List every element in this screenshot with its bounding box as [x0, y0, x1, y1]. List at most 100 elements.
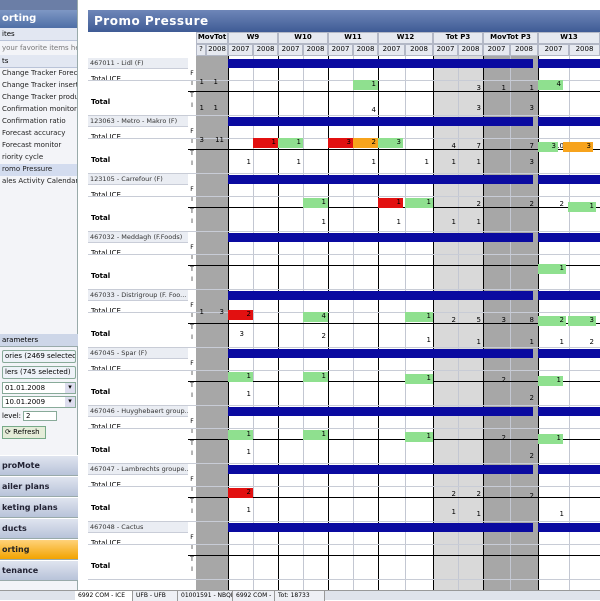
- value-cell[interactable]: 3: [538, 142, 558, 152]
- value-cell[interactable]: 1: [206, 104, 220, 114]
- value-cell[interactable]: 3: [458, 84, 483, 94]
- nav-item-change-tracker-forecasts[interactable]: Change Tracker Forecasts: [0, 68, 77, 80]
- value-cell[interactable]: 2: [433, 316, 458, 326]
- value-cell[interactable]: 3: [196, 136, 206, 146]
- value-cell[interactable]: 1: [196, 308, 206, 318]
- value-cell[interactable]: 1: [196, 78, 206, 88]
- nav-item-change-tracker-products[interactable]: Change Tracker products: [0, 92, 77, 104]
- value-cell[interactable]: 1: [278, 158, 303, 168]
- nav-item-confirmation-monitor[interactable]: Confirmation monitor: [0, 104, 77, 116]
- value-cell[interactable]: 2: [228, 488, 253, 498]
- value-cell[interactable]: 1: [458, 510, 483, 520]
- value-cell[interactable]: 1: [378, 198, 403, 208]
- retailer-group-header[interactable]: 467047 - Lambrechts groupe...: [88, 464, 188, 475]
- value-cell[interactable]: 3: [328, 138, 353, 148]
- value-cell[interactable]: 2: [228, 310, 253, 320]
- value-cell[interactable]: 1: [228, 372, 253, 382]
- value-cell[interactable]: 1: [353, 80, 378, 90]
- value-cell[interactable]: 1: [253, 138, 278, 148]
- retailers-button[interactable]: lers (745 selected): [2, 366, 76, 379]
- value-cell[interactable]: 2: [353, 138, 378, 148]
- module-promote[interactable]: proMote: [0, 455, 78, 476]
- value-cell[interactable]: 7: [458, 142, 483, 152]
- value-cell[interactable]: 3: [568, 316, 596, 326]
- value-cell[interactable]: 11: [206, 136, 226, 146]
- retailer-group-header[interactable]: 467032 - Meddagh (F.Foods): [88, 232, 188, 243]
- module-products[interactable]: ducts: [0, 518, 78, 539]
- nav-item-forecast-accuracy[interactable]: Forecast accuracy: [0, 128, 77, 140]
- favorites-header[interactable]: ites: [0, 28, 77, 41]
- value-cell[interactable]: 1: [483, 84, 508, 94]
- level-input[interactable]: 2: [23, 411, 58, 421]
- value-cell[interactable]: 2: [508, 394, 536, 404]
- nav-item-change-tracker-insertion[interactable]: Change Tracker insertion pro: [0, 80, 77, 92]
- value-cell[interactable]: 1: [196, 104, 206, 114]
- value-cell[interactable]: 4: [433, 142, 458, 152]
- categories-button[interactable]: ories (2469 selected): [2, 350, 76, 363]
- value-cell[interactable]: 1: [458, 218, 483, 228]
- module-retailer-plans[interactable]: ailer plans: [0, 476, 78, 497]
- nav-item-confirmation-ratio[interactable]: Confirmation ratio: [0, 116, 77, 128]
- value-cell[interactable]: 1: [228, 390, 253, 400]
- chevron-down-icon[interactable]: ▾: [65, 397, 75, 407]
- value-cell[interactable]: 2: [458, 200, 483, 210]
- retailer-group-header[interactable]: 467045 - Spar (F): [88, 348, 188, 359]
- value-cell[interactable]: 3: [508, 104, 536, 114]
- value-cell[interactable]: 1: [508, 84, 536, 94]
- value-cell[interactable]: 2: [483, 434, 508, 444]
- module-reporting[interactable]: orting: [0, 539, 78, 560]
- value-cell[interactable]: 5: [458, 316, 483, 326]
- value-cell[interactable]: 1: [303, 430, 328, 440]
- value-cell[interactable]: 8: [508, 316, 536, 326]
- value-cell[interactable]: 1: [405, 374, 433, 384]
- value-cell[interactable]: 3: [508, 158, 536, 168]
- value-cell[interactable]: 1: [206, 78, 220, 88]
- retailer-group-header[interactable]: 467046 - Huyghebaert group...: [88, 406, 188, 417]
- value-cell[interactable]: 1: [405, 312, 433, 322]
- value-cell[interactable]: 1: [433, 158, 458, 168]
- value-cell[interactable]: 1: [458, 338, 483, 348]
- value-cell[interactable]: 1: [458, 158, 483, 168]
- value-cell[interactable]: 1: [353, 158, 378, 168]
- value-cell[interactable]: 1: [228, 158, 253, 168]
- value-cell[interactable]: 2: [568, 338, 596, 348]
- module-marketing-plans[interactable]: keting plans: [0, 497, 78, 518]
- value-cell[interactable]: 7: [508, 142, 536, 152]
- reports-header[interactable]: ts: [0, 55, 77, 68]
- date-from-picker[interactable]: 01.01.2008 ▾: [2, 382, 76, 394]
- nav-item-priority-cycle[interactable]: riority cycle: [0, 152, 77, 164]
- value-cell[interactable]: 3: [228, 330, 246, 340]
- value-cell[interactable]: 1: [538, 510, 566, 520]
- value-cell[interactable]: 1: [538, 376, 563, 386]
- value-cell[interactable]: 1: [228, 448, 253, 458]
- value-cell[interactable]: 1: [405, 198, 433, 208]
- value-cell[interactable]: 2: [433, 490, 458, 500]
- value-cell[interactable]: 1: [433, 508, 458, 518]
- value-cell[interactable]: 2: [303, 332, 328, 342]
- value-cell[interactable]: 2: [458, 490, 483, 500]
- nav-item-promo-pressure[interactable]: romo Pressure: [0, 164, 77, 176]
- value-cell[interactable]: 1: [228, 506, 253, 516]
- value-cell[interactable]: 1: [278, 138, 303, 148]
- retailer-group-header[interactable]: 123063 - Metro - Makro (F): [88, 116, 188, 127]
- value-cell[interactable]: 1: [403, 158, 431, 168]
- value-cell[interactable]: 1: [433, 218, 458, 228]
- value-cell[interactable]: 1: [405, 336, 433, 346]
- retailer-group-header[interactable]: 467033 - Distrigroup (F. Foo...: [88, 290, 188, 301]
- value-cell[interactable]: 1: [568, 202, 596, 212]
- value-cell[interactable]: 2: [538, 200, 566, 210]
- value-cell[interactable]: 1: [303, 218, 328, 228]
- value-cell[interactable]: 1: [538, 434, 563, 444]
- value-cell[interactable]: 4: [363, 106, 378, 116]
- value-cell[interactable]: 2: [508, 200, 536, 210]
- retailer-group-header[interactable]: 123105 - Carrefour (F): [88, 174, 188, 185]
- value-cell[interactable]: 3: [206, 308, 226, 318]
- value-cell[interactable]: 1: [228, 430, 253, 440]
- parameters-header[interactable]: arameters: [0, 334, 78, 347]
- value-cell[interactable]: 1: [303, 372, 328, 382]
- nav-item-sales-activity-calendar[interactable]: ales Activity Calendar: [0, 176, 77, 188]
- value-cell[interactable]: 1: [405, 432, 433, 442]
- retailer-group-header[interactable]: 467048 - Cactus: [88, 522, 188, 533]
- value-cell[interactable]: 3: [458, 104, 483, 114]
- value-cell[interactable]: 1: [378, 218, 403, 228]
